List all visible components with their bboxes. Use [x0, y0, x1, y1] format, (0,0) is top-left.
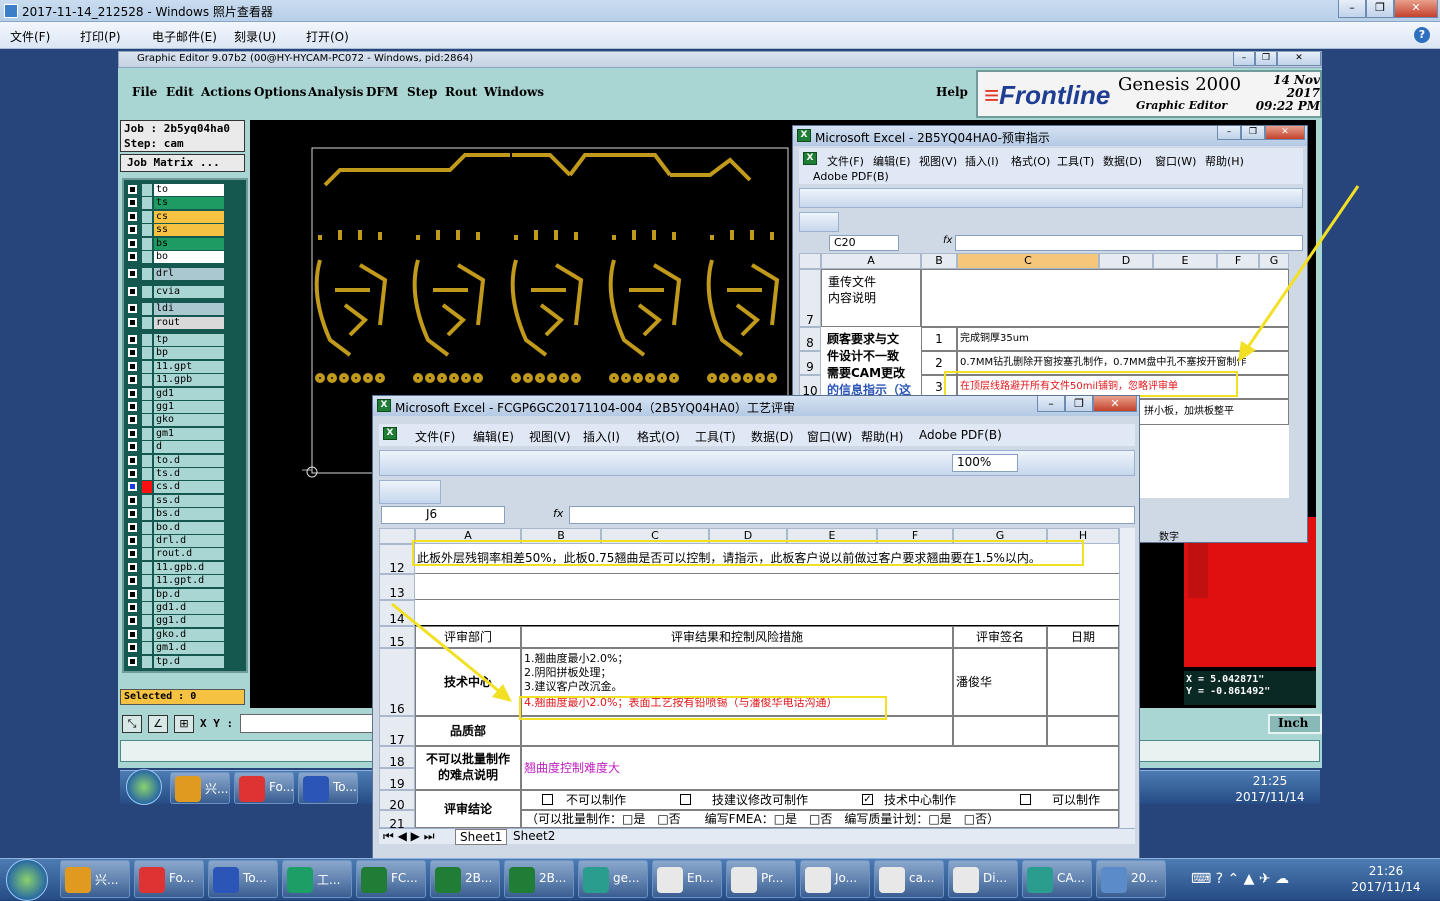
- x-window-icon: [953, 867, 979, 893]
- x-window-icon: [731, 867, 757, 893]
- save-disk-icon: [213, 867, 239, 893]
- taskbar-item[interactable]: FC...: [356, 860, 426, 898]
- taskbar-item-label: Fo...: [169, 871, 195, 885]
- star-app-icon: [65, 867, 91, 893]
- taskbar-item-label: Di...: [983, 871, 1008, 885]
- taskbar-item-label: 兴...: [95, 873, 119, 887]
- taskbar-item-label: 工...: [317, 873, 341, 887]
- taskbar-item[interactable]: Fo...: [134, 860, 204, 898]
- tray-icons: ⌨ ? ⌃ ▲ ✈ ☁: [1190, 871, 1290, 887]
- taskbar-item-label: To...: [243, 871, 267, 885]
- taskbar-item[interactable]: 2B...: [504, 860, 574, 898]
- taskbar-item[interactable]: 2B...: [430, 860, 500, 898]
- taskbar-item-label: ge...: [613, 871, 640, 885]
- p-app-icon: [287, 867, 313, 893]
- taskbar-item[interactable]: To...: [208, 860, 278, 898]
- taskbar-item-label: ca...: [909, 871, 935, 885]
- x-window-icon: [805, 867, 831, 893]
- taskbar-item-label: FC...: [391, 871, 418, 885]
- eye-app-icon: [583, 867, 609, 893]
- taskbar-item[interactable]: Jo...: [800, 860, 870, 898]
- taskbar-item[interactable]: Pr...: [726, 860, 796, 898]
- start-button[interactable]: [6, 859, 48, 901]
- taskbar-item[interactable]: Di...: [948, 860, 1018, 898]
- taskbar-item-label: 2B...: [539, 871, 567, 885]
- taskbar-item-label: Pr...: [761, 871, 784, 885]
- photo-viewer-icon: [1101, 867, 1127, 893]
- annotation-arrows: [391, 185, 1360, 702]
- taskbar-item[interactable]: ge...: [578, 860, 648, 898]
- taskbar-item-label: CA...: [1057, 871, 1085, 885]
- taskbar-item[interactable]: CA...: [1022, 860, 1092, 898]
- taskbar-item[interactable]: 工...: [282, 860, 352, 898]
- excel-icon: [361, 867, 387, 893]
- taskbar-item-label: Jo...: [835, 871, 858, 885]
- taskbar-item[interactable]: 20...: [1096, 860, 1166, 898]
- taskbar-item[interactable]: ca...: [874, 860, 944, 898]
- arrow-1: [1244, 185, 1360, 351]
- x-window-icon: [657, 867, 683, 893]
- taskbar-item-label: 2B...: [465, 871, 493, 885]
- excel-icon: [509, 867, 535, 893]
- arrow-2: [391, 602, 501, 694]
- taskbar: 兴... Fo... To... 工... FC... 2B... 2B... ge... En…: [0, 858, 1440, 901]
- taskbar-item-label: 20...: [1131, 871, 1158, 885]
- clock: 21:26 2017/11/14: [1351, 864, 1421, 894]
- taskbar-item-label: En...: [687, 871, 714, 885]
- taskbar-item[interactable]: En...: [652, 860, 722, 898]
- excel-icon: [435, 867, 461, 893]
- x-window-icon: [879, 867, 905, 893]
- taskbar-item[interactable]: 兴...: [60, 860, 130, 898]
- ca-app-icon: [1027, 867, 1053, 893]
- frontline-app-icon: [139, 867, 165, 893]
- arrow-1-head: [1238, 341, 1256, 362]
